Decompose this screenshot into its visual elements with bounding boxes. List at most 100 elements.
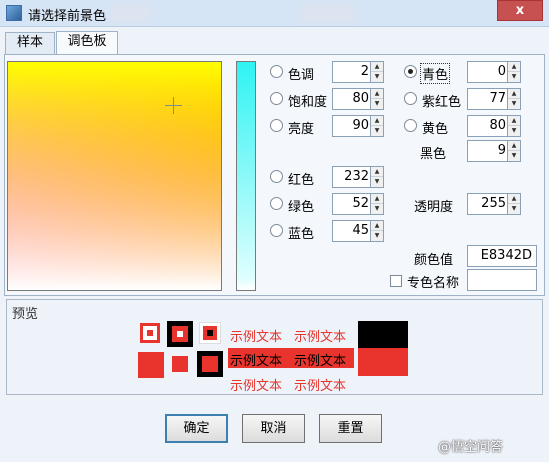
- increment-icon[interactable]: ▲: [371, 62, 383, 72]
- green-spinner[interactable]: 52 ▲ ▼: [332, 193, 384, 215]
- label-green: 绿色: [288, 200, 315, 215]
- swatch-red-block: [358, 348, 408, 376]
- app-icon: [6, 5, 22, 21]
- brightness-value: 90: [352, 118, 369, 133]
- increment-icon[interactable]: ▲: [508, 141, 520, 151]
- background-window-ghost: [300, 4, 355, 22]
- increment-icon[interactable]: ▲: [371, 221, 383, 231]
- label-saturation: 饱和度: [288, 95, 328, 110]
- ok-button[interactable]: 确定: [165, 414, 228, 443]
- label-cyan: 青色: [420, 63, 451, 84]
- decrement-icon[interactable]: ▼: [371, 126, 383, 136]
- label-yellow: 黄色: [422, 122, 449, 137]
- label-color-name: 专色名称: [407, 276, 460, 291]
- reset-button[interactable]: 重置: [319, 414, 382, 443]
- decrement-icon[interactable]: ▼: [371, 177, 383, 187]
- color-field-gradient: [8, 62, 221, 290]
- blue-spinner[interactable]: 45 ▲ ▼: [332, 220, 384, 242]
- label-hue: 色调: [288, 68, 315, 83]
- watermark: @悟空问答: [438, 440, 504, 455]
- color-field[interactable]: [7, 61, 222, 291]
- radio-hue[interactable]: [270, 65, 283, 78]
- hue-spinner[interactable]: 2 ▲ ▼: [332, 61, 384, 83]
- label-black: 黑色: [420, 147, 447, 162]
- sample-text: 示例文本: [230, 354, 283, 369]
- title-bar: 请选择前景色 x: [0, 0, 549, 27]
- yellow-spinner[interactable]: 80 ▲ ▼: [467, 115, 521, 137]
- label-blue: 蓝色: [288, 227, 315, 242]
- background-window-ghost: [110, 4, 150, 22]
- swatch-solid-red: [138, 352, 164, 378]
- cancel-button[interactable]: 取消: [242, 414, 305, 443]
- radio-brightness[interactable]: [270, 119, 283, 132]
- preview-title: 预览: [12, 307, 39, 322]
- red-value: 232: [344, 169, 369, 184]
- label-alpha: 透明度: [414, 200, 454, 215]
- brightness-spinner[interactable]: 90 ▲ ▼: [332, 115, 384, 137]
- radio-cyan[interactable]: [404, 65, 417, 78]
- increment-icon[interactable]: ▲: [371, 194, 383, 204]
- close-button[interactable]: x: [497, 0, 543, 21]
- cyan-spinner[interactable]: 0 ▲ ▼: [467, 61, 521, 83]
- increment-icon[interactable]: ▲: [508, 89, 520, 99]
- swatch-filled-red: [199, 322, 221, 344]
- swatch-small-red: [172, 356, 188, 372]
- color-name-input[interactable]: [467, 269, 537, 291]
- increment-icon[interactable]: ▲: [371, 116, 383, 126]
- black-spinner[interactable]: 9 ▲ ▼: [467, 140, 521, 162]
- hue-value: 2: [360, 64, 369, 79]
- saturation-spinner[interactable]: 80 ▲ ▼: [332, 88, 384, 110]
- decrement-icon[interactable]: ▼: [508, 151, 520, 161]
- color-slider[interactable]: [236, 61, 256, 291]
- magenta-value: 77: [489, 91, 506, 106]
- tab-swatches[interactable]: 样本: [5, 32, 55, 54]
- radio-green[interactable]: [270, 197, 283, 210]
- color-picker-crosshair[interactable]: [165, 97, 182, 114]
- radio-magenta[interactable]: [404, 92, 417, 105]
- label-magenta: 紫红色: [422, 95, 462, 110]
- black-value: 9: [497, 143, 506, 158]
- decrement-icon[interactable]: ▼: [508, 99, 520, 109]
- increment-icon[interactable]: ▲: [371, 89, 383, 99]
- sample-text: 示例文本: [230, 330, 283, 345]
- radio-red[interactable]: [270, 170, 283, 183]
- sample-text: 示例文本: [294, 354, 347, 369]
- yellow-value: 80: [489, 118, 506, 133]
- increment-icon[interactable]: ▲: [508, 62, 520, 72]
- window-title: 请选择前景色: [28, 9, 107, 24]
- swatch-black-block: [358, 321, 408, 348]
- magenta-spinner[interactable]: 77 ▲ ▼: [467, 88, 521, 110]
- hex-input[interactable]: E8342D: [467, 245, 537, 267]
- label-hex: 颜色值: [414, 253, 454, 268]
- red-spinner[interactable]: 232 ▲ ▼: [332, 166, 384, 188]
- decrement-icon[interactable]: ▼: [508, 204, 520, 214]
- alpha-spinner[interactable]: 255 ▲ ▼: [467, 193, 521, 215]
- sample-text: 示例文本: [294, 379, 347, 394]
- increment-icon[interactable]: ▲: [508, 116, 520, 126]
- decrement-icon[interactable]: ▼: [508, 72, 520, 82]
- label-brightness: 亮度: [288, 122, 315, 137]
- tab-palette[interactable]: 调色板: [56, 31, 118, 55]
- sample-text: 示例文本: [230, 379, 283, 394]
- radio-blue[interactable]: [270, 224, 283, 237]
- decrement-icon[interactable]: ▼: [508, 126, 520, 136]
- swatch-black-frame: [167, 321, 193, 347]
- saturation-value: 80: [352, 91, 369, 106]
- green-value: 52: [352, 196, 369, 211]
- increment-icon[interactable]: ▲: [508, 194, 520, 204]
- decrement-icon[interactable]: ▼: [371, 204, 383, 214]
- swatch-black-red: [197, 351, 223, 377]
- color-name-checkbox[interactable]: [390, 275, 402, 287]
- decrement-icon[interactable]: ▼: [371, 99, 383, 109]
- decrement-icon[interactable]: ▼: [371, 231, 383, 241]
- label-red: 红色: [288, 173, 315, 188]
- increment-icon[interactable]: ▲: [371, 167, 383, 177]
- radio-saturation[interactable]: [270, 92, 283, 105]
- sample-text: 示例文本: [294, 330, 347, 345]
- alpha-value: 255: [481, 196, 506, 211]
- radio-yellow[interactable]: [404, 119, 417, 132]
- swatch-outline-red: [140, 323, 160, 343]
- blue-value: 45: [352, 223, 369, 238]
- decrement-icon[interactable]: ▼: [371, 72, 383, 82]
- cyan-value: 0: [497, 64, 506, 79]
